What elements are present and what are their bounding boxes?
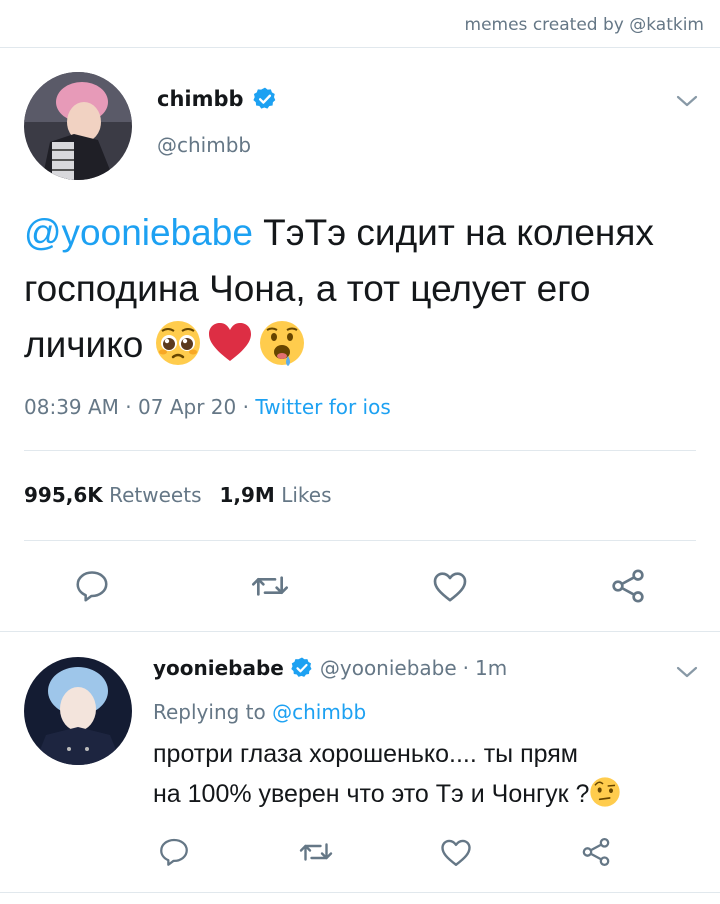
likes-label: Likes (281, 483, 332, 507)
tweet-date: 07 Apr 20 (138, 395, 237, 419)
heart-outline-icon (433, 572, 467, 602)
meta-dot: · (125, 395, 139, 419)
retweet-icon (252, 576, 288, 596)
verified-badge-icon (252, 87, 275, 109)
replying-to-link[interactable]: @chimbb (272, 700, 366, 724)
author-name-row[interactable]: chimbb (157, 86, 278, 112)
likes-stat[interactable]: 1,9M Likes (220, 483, 332, 507)
reply-button[interactable] (154, 832, 194, 872)
retweets-label: Retweets (109, 483, 202, 507)
replying-to-line: Replying to @chimbb (153, 700, 366, 724)
retweets-stat[interactable]: 995,6K Retweets (24, 483, 202, 507)
tweet-source-link[interactable]: Twitter for ios (255, 395, 390, 419)
like-button[interactable] (428, 564, 472, 608)
pleading-face-icon (155, 321, 200, 365)
mention-link[interactable]: @yooniebabe (24, 212, 253, 253)
meme-credit: memes created by @katkim (464, 15, 704, 35)
drooling-face-icon (259, 321, 304, 366)
avatar-chimbb[interactable] (24, 72, 132, 180)
reply-text-line: на 100% уверен что это Тэ и Чонгук ? (153, 780, 590, 808)
reply-time: 1m (475, 656, 508, 680)
bottom-divider (0, 892, 720, 893)
tweet-divider (0, 631, 720, 632)
retweet-button[interactable] (296, 832, 336, 872)
reply-display-name[interactable]: yooniebabe (153, 656, 284, 680)
top-divider (0, 47, 720, 48)
share-icon (582, 837, 610, 867)
stats-divider (24, 540, 696, 541)
tweet-meta: 08:39 AM · 07 Apr 20 · Twitter for ios (24, 395, 391, 419)
reply-author-row[interactable]: yooniebabe @yooniebabe · 1m (153, 656, 507, 680)
retweet-button[interactable] (248, 564, 292, 608)
author-handle[interactable]: @chimbb (157, 133, 251, 157)
share-button[interactable] (576, 832, 616, 872)
reply-icon (160, 838, 188, 866)
verified-badge-icon (291, 657, 312, 677)
meta-dot: · (462, 656, 470, 680)
likes-count: 1,9M (219, 483, 275, 507)
share-button[interactable] (606, 564, 650, 608)
tweet-time: 08:39 AM (24, 395, 119, 419)
meta-divider (24, 450, 696, 451)
reply-text: протри глаза хорошенько.... ты прям на 1… (153, 734, 693, 814)
chevron-down-icon[interactable] (674, 92, 700, 110)
avatar-yooniebabe[interactable] (24, 657, 132, 765)
tweet-stats: 995,6K Retweets 1,9M Likes (24, 483, 332, 507)
reply-text-line: протри глаза хорошенько.... ты прям (153, 740, 578, 768)
retweets-count: 995,6K (24, 483, 103, 507)
red-heart-icon (208, 323, 251, 361)
tweet-text: @yooniebabe ТэТэ сидит на коленях господ… (24, 205, 684, 373)
meta-dot: · (242, 395, 256, 419)
reply-button[interactable] (70, 564, 114, 608)
raised-eyebrow-face-icon (590, 777, 621, 807)
author-display-name[interactable]: chimbb (157, 87, 244, 111)
reply-icon (76, 571, 108, 602)
like-button[interactable] (436, 832, 476, 872)
replying-prefix: Replying to (153, 700, 273, 724)
retweet-icon (299, 843, 333, 861)
reply-text-line-2: на 100% уверен что это Тэ и Чонгук ? (153, 774, 693, 814)
chevron-down-icon[interactable] (674, 663, 700, 681)
share-icon (612, 569, 644, 603)
reply-handle[interactable]: @yooniebabe (320, 656, 457, 680)
heart-outline-icon (441, 839, 471, 866)
